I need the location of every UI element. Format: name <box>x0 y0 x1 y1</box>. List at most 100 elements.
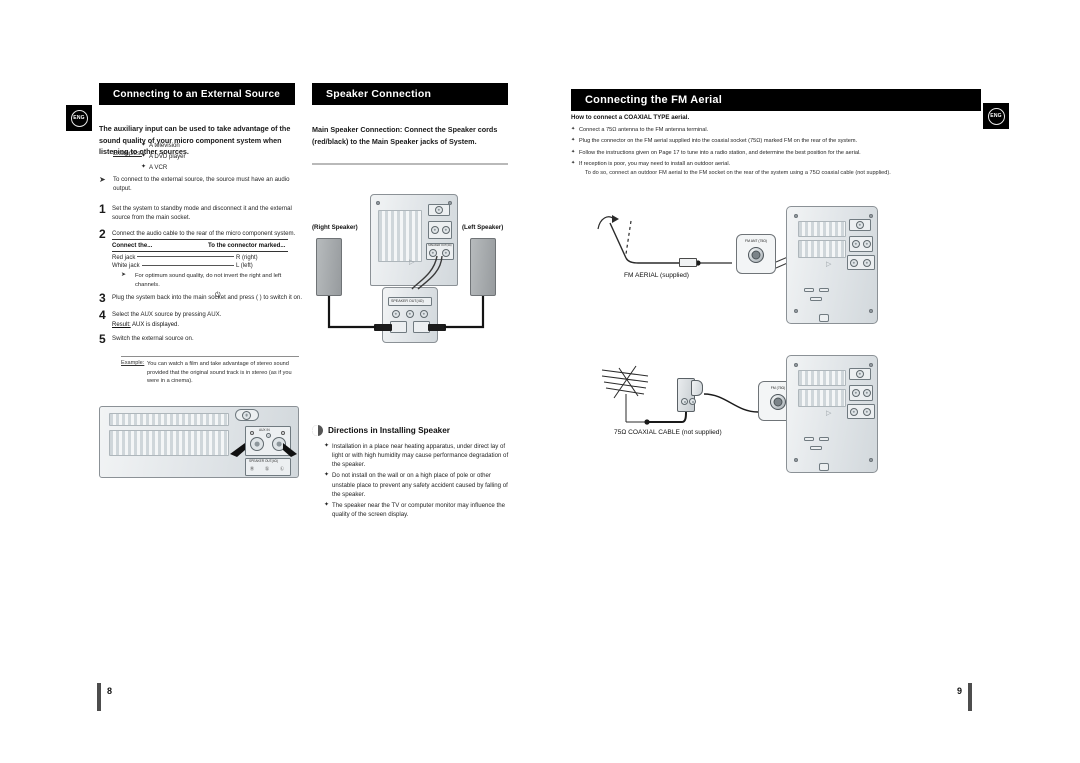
page-marker-right <box>968 683 972 711</box>
examples-list: ✦ A television ✦ A DVD player ✦ A VCR <box>141 141 281 174</box>
unit-aux-jack-l <box>852 389 860 397</box>
list-item: ✦ Do not install on the wall or on a hig… <box>324 472 508 498</box>
screw-top-right <box>869 363 873 367</box>
list-item: ✦ Plug the connector on the FM aerial su… <box>571 137 858 145</box>
unit-power-cord-outlet <box>819 463 829 471</box>
fm-socket-jack <box>770 393 786 410</box>
list-item: ✦ The speaker near the TV or computer mo… <box>324 501 505 518</box>
result-text: AUX is displayed. <box>132 322 180 328</box>
bullet-diamond-icon: ✦ <box>324 443 330 449</box>
jack-label: Red jack <box>112 254 136 261</box>
unit-foot-slot-2 <box>819 288 829 292</box>
external-source-note: ➤ To connect to the external source, the… <box>99 175 299 194</box>
fm-antenna-socket <box>856 221 864 229</box>
note-text: For optimum sound quality, do not invert… <box>135 273 282 288</box>
table-column-header-connector: To the connector marked... <box>208 242 286 249</box>
unit-vent-lower <box>798 389 846 407</box>
bullet-4-continuation: To do so, connect an outdoor FM aerial t… <box>585 169 891 176</box>
socket-jack-left <box>681 398 688 405</box>
external-source-steps-cont: 3 Plug the system back into the main soc… <box>99 292 305 350</box>
step-text: Set the system to standby mode and disco… <box>112 205 292 222</box>
leader-line <box>137 256 234 257</box>
fm-ant-socket <box>748 246 764 263</box>
note-arrow-icon: ➤ <box>99 175 106 184</box>
fm-aerial-supplied-label: FM AERIAL (supplied) <box>624 272 689 279</box>
fm-ant-callout-label: FM ANT (75Ω) <box>745 239 767 243</box>
aux-pointer-arrows <box>230 443 297 457</box>
step-3: 3 Plug the system back into the main soc… <box>99 292 305 304</box>
half-circle-icon <box>312 425 323 436</box>
step-text: Switch the external source on. <box>112 335 194 342</box>
unit-speaker-terminal-l <box>863 259 871 267</box>
channel-inline-note: ➤ For optimum sound quality, do not inve… <box>121 272 299 290</box>
step-text: Plug the system back into the main socke… <box>112 292 305 304</box>
unit-foot-slot-1 <box>804 437 814 441</box>
bullet-diamond-icon: ✦ <box>571 148 576 155</box>
list-item: ✦ A television <box>141 142 180 149</box>
step-number: 4 <box>99 308 106 322</box>
list-item: ✦ Connect a 75Ω antenna to the FM antenn… <box>571 126 709 133</box>
note-text: To connect to the external source, the s… <box>113 176 290 193</box>
power-icon: ⏻ <box>215 292 221 299</box>
bullet-diamond-icon: ✦ <box>141 153 147 160</box>
unit-vent-lower <box>798 240 846 258</box>
screw-top-left <box>794 214 798 218</box>
result-label: Result: <box>112 322 131 328</box>
screw-bottom-right <box>869 458 873 462</box>
unit-vent-upper <box>798 221 846 237</box>
speaker-cable-paths <box>327 255 485 329</box>
step-4-result: Result: AUX is displayed. <box>112 322 305 328</box>
step-text-3: Plug the system back into the main socke… <box>112 294 303 301</box>
list-item: ✦ Installation in a place near heating a… <box>324 443 509 469</box>
screw-bottom-left <box>794 458 798 462</box>
socket-jack-right <box>689 398 696 405</box>
speaker-connection-lead: Main Speaker Connection: Connect the Spe… <box>312 125 498 146</box>
external-source-steps: 1 Set the system to standby mode and dis… <box>99 203 305 242</box>
table-column-header-connect: Connect the... <box>112 242 153 249</box>
directions-title: Directions in Installing Speaker <box>328 426 450 435</box>
step-number: 1 <box>99 202 106 216</box>
unit-foot-slot-3 <box>810 446 822 450</box>
fm-aerial-supplied-diagram: FM AERIAL (supplied) FM ANT (75Ω) ▷ <box>586 196 906 336</box>
language-badge-left: ENG <box>66 105 92 131</box>
bullet-diamond-icon: ✦ <box>141 142 147 148</box>
coaxial-subtitle: How to connect a COAXIAL TYPE aerial. <box>571 114 690 121</box>
example-label: Example: <box>121 360 145 366</box>
connector-value: R (right) <box>236 254 258 261</box>
bullet-diamond-icon: ✦ <box>571 126 576 132</box>
section-header-fm-aerial: Connecting the FM Aerial <box>571 89 981 111</box>
unit-logo-icon: ▷ <box>826 410 832 417</box>
fm-aerial-bullet-list: ✦ Connect a 75Ω antenna to the FM antenn… <box>571 126 971 177</box>
stereo-example-block: Example: You can watch a film and take a… <box>121 360 301 386</box>
step-text: Select the AUX source by pressing AUX. <box>112 311 222 318</box>
bullet-diamond-icon: ✦ <box>324 501 330 508</box>
bullet-diamond-icon: ✦ <box>571 160 576 167</box>
directions-bullet-list: ✦ Installation in a place near heating a… <box>324 442 510 521</box>
jack-label: White jack <box>112 263 140 269</box>
list-item: ✦ Follow the instructions given on Page … <box>571 148 861 156</box>
unit-aux-jack-r <box>863 389 871 397</box>
speaker-connection-diagram: SPEAKER OUT(4Ω) ▷ (Right Speaker) (Left … <box>312 190 508 350</box>
step-1: 1 Set the system to standby mode and dis… <box>99 203 305 223</box>
leader-line <box>141 264 234 266</box>
language-badge-left-text: ENG <box>70 109 88 127</box>
example-text: You can watch a film and take advantage … <box>147 361 292 385</box>
aerial-connector-plug <box>679 258 697 267</box>
examples-label: Examples: <box>113 150 142 157</box>
page-number-left: 8 <box>107 686 113 696</box>
section-title-external-source: Connecting to an External Source <box>113 88 280 100</box>
jack-connection-table: Connect the... To the connector marked..… <box>112 239 288 269</box>
unit-foot-slot-3 <box>810 297 822 301</box>
bullet-diamond-icon: ✦ <box>324 472 330 479</box>
connector-value: L (left) <box>236 263 253 269</box>
note-arrow-icon: ➤ <box>121 272 127 278</box>
page-number-right: 9 <box>957 686 963 696</box>
step-number: 3 <box>99 291 106 305</box>
unit-power-cord-outlet <box>819 314 829 322</box>
section-header-external-source: Connecting to an External Source <box>99 83 295 105</box>
step-4: 4 Select the AUX source by pressing AUX. <box>99 309 305 321</box>
directions-heading: Directions in Installing Speaker <box>312 425 450 436</box>
rear-panel-aux-diagram: AUX IN SPEAKER OUT(4Ω) Ⓡ Ⓢ Ⓛ <box>99 406 299 478</box>
list-item: ✦ A VCR <box>141 164 168 172</box>
section-header-speaker-connection: Speaker Connection <box>312 83 508 105</box>
